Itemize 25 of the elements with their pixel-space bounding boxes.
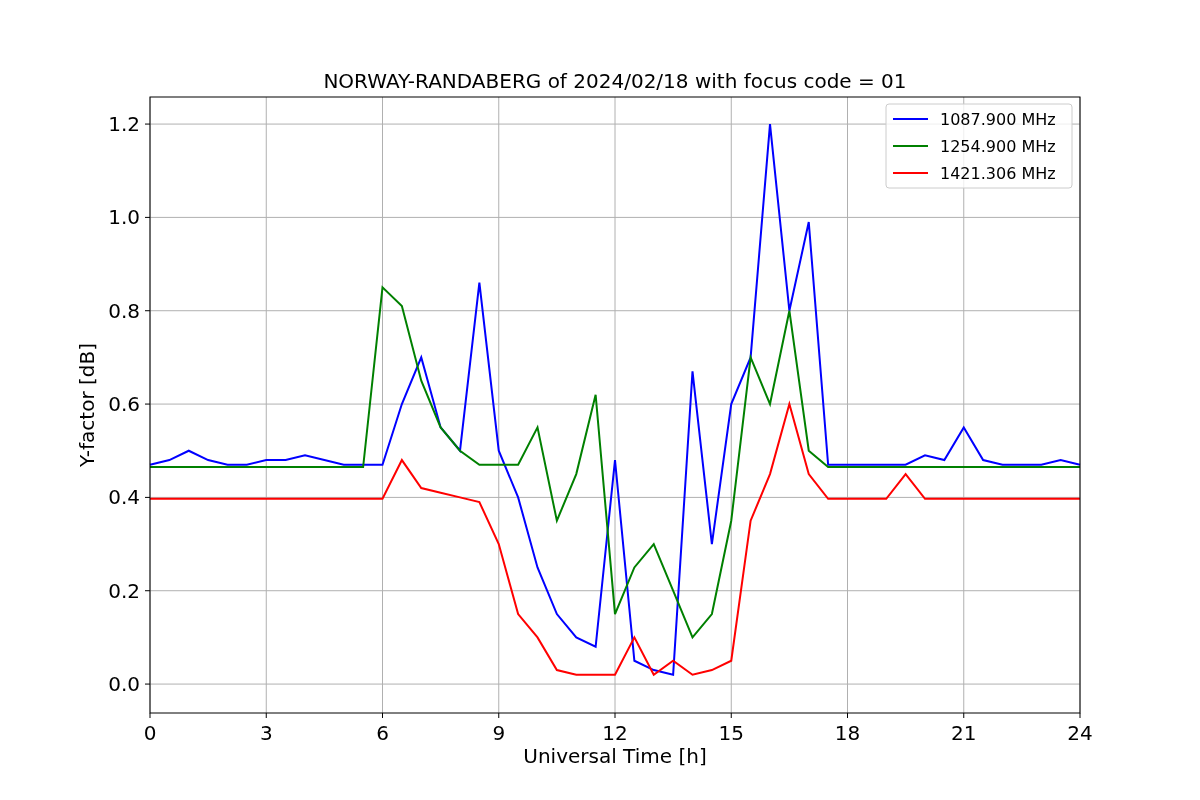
y-tick-label: 0.4: [108, 485, 140, 510]
x-tick-label: 3: [259, 721, 273, 745]
x-tick-label: 15: [718, 721, 744, 745]
y-tick-label: 0.6: [108, 392, 140, 417]
legend-label: 1421.306 MHz: [940, 164, 1056, 183]
x-tick-label: 18: [834, 721, 861, 745]
x-tick-label: 0: [143, 721, 157, 745]
y-tick-label: 0.0: [108, 672, 140, 697]
legend-line: [892, 118, 929, 120]
y-tick-label: 1.2: [108, 112, 140, 137]
y-axis-label: Y-factor [dB]: [75, 343, 99, 467]
x-tick-label: 6: [376, 721, 389, 745]
y-tick-label: 0.8: [108, 298, 140, 323]
legend-label: 1254.900 MHz: [940, 137, 1056, 156]
x-tick-label: 9: [492, 721, 506, 745]
x-tick-label: 21: [951, 721, 977, 745]
x-tick-label: 12: [602, 721, 628, 745]
legend-line: [892, 172, 929, 174]
chart-title: NORWAY-RANDABERG of 2024/02/18 with focus code = 01: [323, 69, 907, 93]
y-tick-label: 0.2: [108, 578, 140, 603]
x-axis-label: Universal Time [h]: [523, 744, 707, 768]
legend-line: [892, 145, 929, 147]
legend-label: 1087.900 MHz: [940, 110, 1056, 129]
y-tick-label: 1.0: [108, 205, 140, 230]
x-tick-label: 24: [1067, 721, 1093, 745]
